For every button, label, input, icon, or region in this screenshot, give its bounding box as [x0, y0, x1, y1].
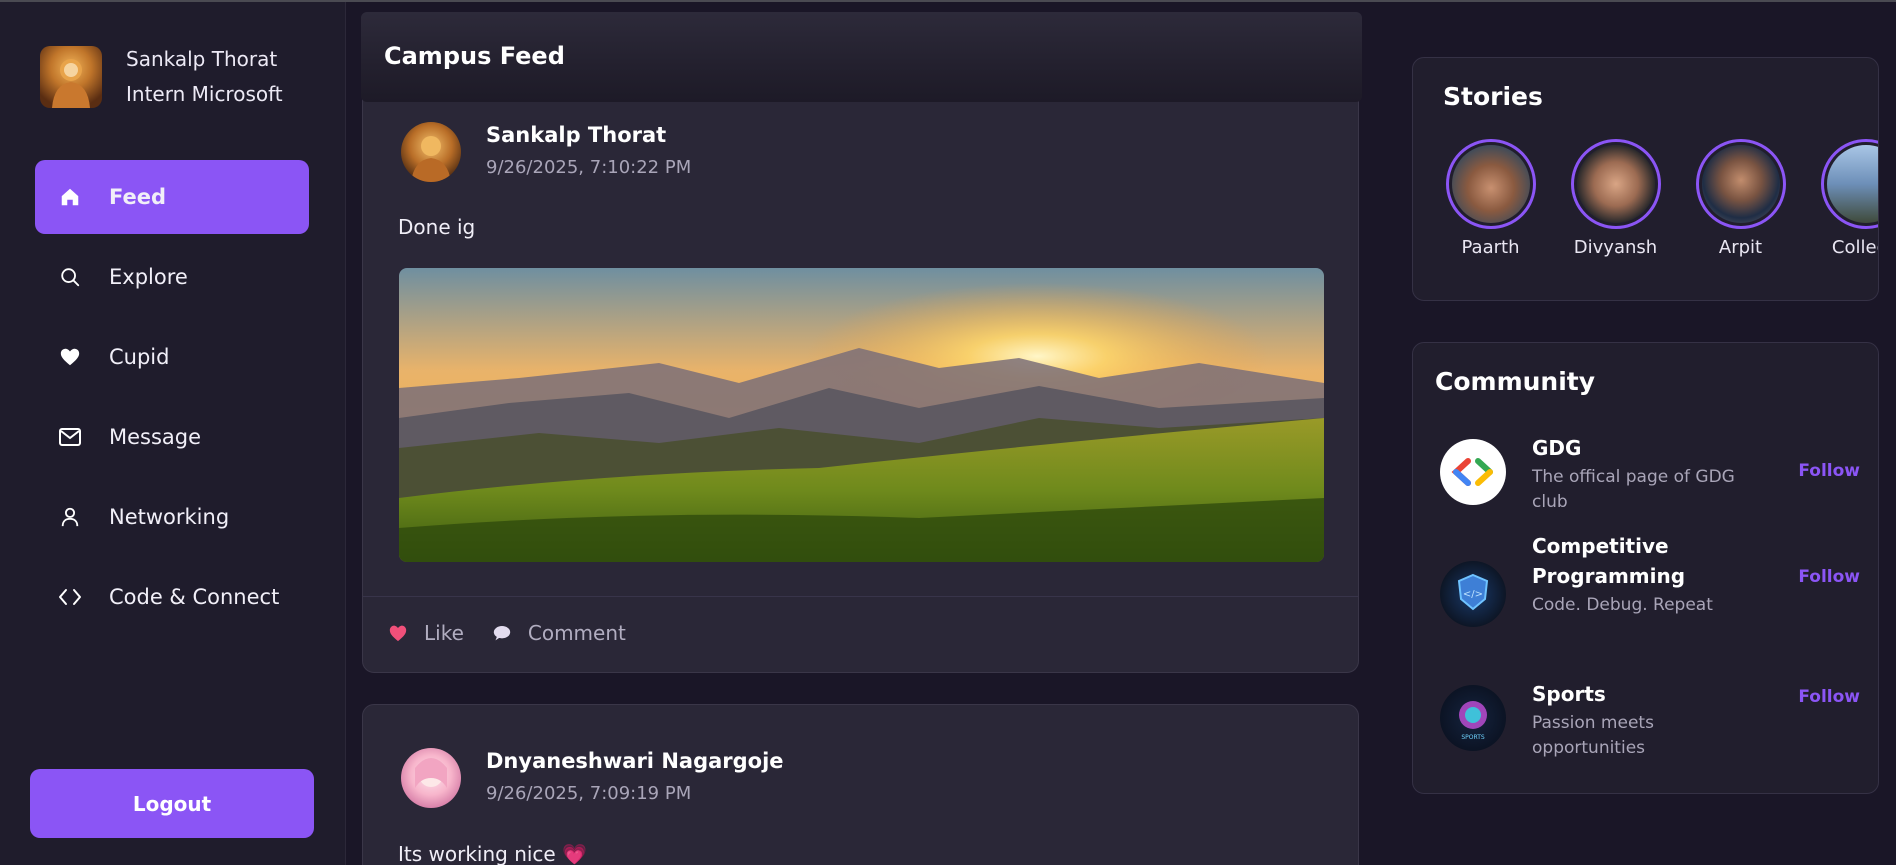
nav-item-label: Explore: [109, 265, 188, 289]
story-name: Divyansh: [1573, 237, 1658, 258]
post-text: Done ig: [398, 215, 476, 239]
mountain-sunset-image[interactable]: [399, 268, 1324, 562]
story-item[interactable]: College: [1803, 139, 1878, 258]
user-icon: [57, 504, 83, 530]
logout-button[interactable]: Logout: [30, 769, 314, 838]
community-desc: Code. Debug. Repeat: [1532, 595, 1713, 615]
community-item-sports: SPORTS Sports Passion meets opportunitie…: [1440, 682, 1860, 765]
nav-item-label: Networking: [109, 505, 230, 529]
story-item[interactable]: Paarth: [1428, 139, 1553, 258]
nav-item-label: Feed: [109, 185, 167, 209]
main-nav: Feed Explore Cupid Message Networking Co…: [35, 160, 309, 640]
follow-button[interactable]: Follow: [1798, 461, 1860, 481]
comment-button[interactable]: Comment: [492, 621, 626, 645]
story-item[interactable]: Divyansh: [1553, 139, 1678, 258]
community-name[interactable]: GDG: [1532, 433, 1752, 463]
mail-icon: [57, 424, 83, 450]
follow-button[interactable]: Follow: [1798, 567, 1860, 587]
heart-icon: [388, 624, 408, 642]
community-name[interactable]: Competitive Programming: [1532, 531, 1752, 591]
post-timestamp: 9/26/2025, 7:09:19 PM: [486, 783, 692, 804]
story-item[interactable]: Arpit: [1678, 139, 1803, 258]
like-label: Like: [424, 621, 464, 645]
community-desc: Passion meets opportunities: [1532, 713, 1654, 758]
gdg-logo-icon[interactable]: [1440, 439, 1506, 505]
post-author-name[interactable]: Sankalp Thorat: [486, 123, 666, 147]
search-icon: [57, 264, 83, 290]
heart-icon: [57, 344, 83, 370]
follow-button[interactable]: Follow: [1798, 687, 1860, 707]
svg-text:</>: </>: [1463, 589, 1483, 600]
home-icon: [57, 184, 83, 210]
post-card: Dnyaneshwari Nagargoje 9/26/2025, 7:09:1…: [362, 704, 1359, 865]
avatar: [1451, 145, 1530, 223]
nav-item-message[interactable]: Message: [35, 400, 309, 474]
speech-bubble-icon: [492, 624, 512, 642]
community-card: Community GDG The offical page of GDG cl…: [1412, 342, 1879, 794]
code-icon: [57, 584, 83, 610]
avatar: [1576, 145, 1655, 223]
story-avatar-ring: [1570, 139, 1661, 229]
avatar: [40, 46, 102, 108]
feed-header: Campus Feed: [361, 12, 1362, 102]
community-item-gdg: GDG The offical page of GDG club Follow: [1440, 436, 1860, 519]
profile-name: Sankalp Thorat: [126, 47, 278, 71]
nav-item-cupid[interactable]: Cupid: [35, 320, 309, 394]
sidebar: Sankalp Thorat Intern Microsoft Feed Exp…: [0, 2, 346, 865]
community-name[interactable]: Sports: [1532, 679, 1752, 709]
story-avatar-ring: [1695, 139, 1786, 229]
nav-item-code-connect[interactable]: Code & Connect: [35, 560, 309, 634]
story-avatar-ring: [1820, 139, 1878, 229]
community-title: Community: [1435, 367, 1596, 396]
nav-item-networking[interactable]: Networking: [35, 480, 309, 554]
post-card: Sankalp Thorat 9/26/2025, 7:10:22 PM Don…: [362, 78, 1359, 673]
like-button[interactable]: Like: [388, 621, 464, 645]
community-desc: The offical page of GDG club: [1532, 467, 1735, 512]
nav-item-label: Message: [109, 425, 202, 449]
svg-text:SPORTS: SPORTS: [1461, 734, 1485, 741]
story-name: College: [1831, 237, 1878, 258]
story-name: Paarth: [1461, 237, 1520, 258]
nav-item-label: Cupid: [109, 345, 170, 369]
nav-item-explore[interactable]: Explore: [35, 240, 309, 314]
post-text: Its working nice 💗: [398, 842, 587, 865]
avatar: [1701, 145, 1780, 223]
post-author-avatar[interactable]: [401, 122, 461, 182]
cp-logo-icon[interactable]: </>: [1440, 561, 1506, 627]
page-title: Campus Feed: [384, 42, 565, 70]
profile-summary[interactable]: Sankalp Thorat Intern Microsoft: [40, 42, 283, 112]
nav-item-label: Code & Connect: [109, 585, 280, 609]
comment-label: Comment: [527, 621, 626, 645]
sports-logo-icon[interactable]: SPORTS: [1440, 685, 1506, 751]
post-author-avatar[interactable]: [401, 748, 461, 808]
post-author-name[interactable]: Dnyaneshwari Nagargoje: [486, 749, 784, 773]
post-timestamp: 9/26/2025, 7:10:22 PM: [486, 157, 692, 178]
nav-item-feed[interactable]: Feed: [35, 160, 309, 234]
post-divider: [363, 596, 1358, 597]
story-avatar-ring: [1445, 139, 1536, 229]
story-name: Arpit: [1718, 237, 1763, 258]
stories-title: Stories: [1443, 82, 1543, 111]
post-actions: Like Comment: [388, 621, 654, 645]
profile-role: Intern Microsoft: [126, 82, 283, 106]
community-item-competitive-programming: </> Competitive Programming Code. Debug.…: [1440, 534, 1860, 647]
avatar: [1826, 145, 1878, 223]
stories-card: Stories Paarth Divyansh Arpit College: [1412, 57, 1879, 301]
